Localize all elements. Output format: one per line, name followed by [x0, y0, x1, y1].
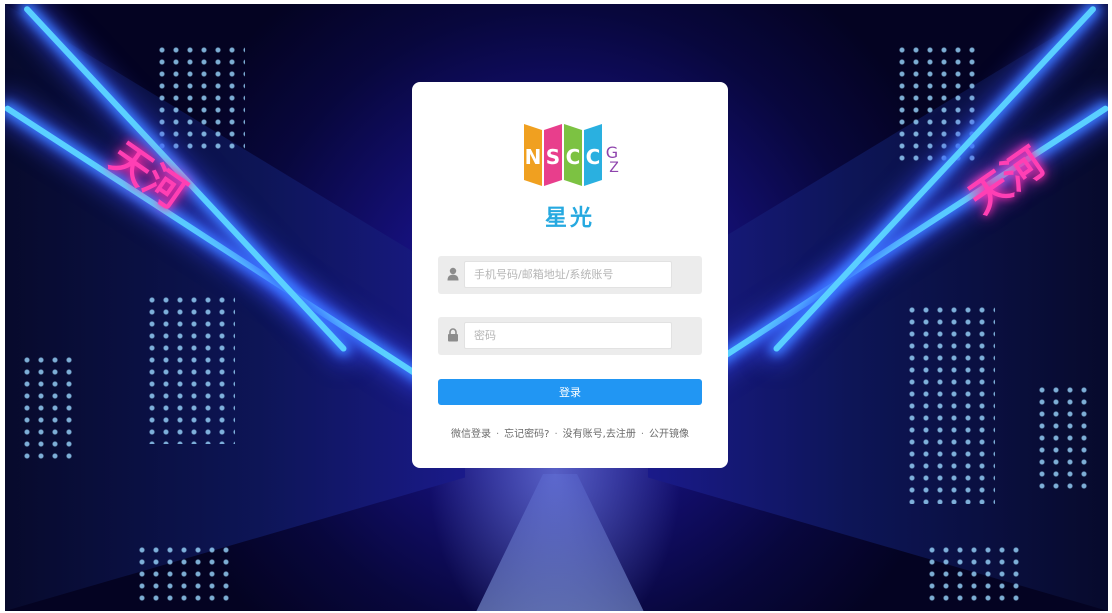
register-link[interactable]: 没有账号,去注册 [563, 429, 636, 440]
lock-icon [448, 328, 458, 342]
separator: · [554, 429, 558, 440]
svg-text:N: N [525, 145, 542, 169]
forgot-password-link[interactable]: 忘记密码? [504, 429, 549, 440]
svg-text:S: S [546, 145, 560, 169]
aisle-floor [475, 474, 645, 611]
login-card: N S C C G Z 星光 登录 微信登录 · 忘记密码? · 没有账号,去注册 · 公开… [412, 82, 728, 468]
footer-links: 微信登录 · 忘记密码? · 没有账号,去注册 · 公开镜像 [412, 425, 728, 440]
server-lights [1035, 384, 1095, 494]
login-button[interactable]: 登录 [438, 379, 702, 405]
server-lights [20, 354, 80, 464]
password-input[interactable] [464, 322, 672, 349]
svg-text:C: C [566, 145, 581, 169]
background-scene: 天河 天河 N S C C G Z 星光 手机号码/邮箱地址/系统账号 登录 微… [5, 4, 1108, 611]
public-mirror-link[interactable]: 公开镜像 [649, 429, 689, 440]
nscc-gz-logo: N S C C G Z [524, 124, 619, 186]
server-lights [135, 544, 235, 604]
separator: · [640, 429, 645, 440]
server-lights [925, 544, 1025, 604]
server-lights [905, 304, 995, 504]
server-lights [155, 44, 245, 154]
wechat-login-link[interactable]: 微信登录 [451, 429, 491, 440]
server-lights [145, 294, 235, 444]
password-field-group [438, 317, 702, 355]
svg-text:Z: Z [609, 160, 619, 176]
username-field-group [438, 256, 702, 294]
separator: · [495, 429, 500, 440]
username-input[interactable] [464, 261, 672, 288]
brand-name: 星光 [544, 206, 595, 231]
svg-text:C: C [586, 145, 601, 169]
user-icon [447, 267, 459, 281]
